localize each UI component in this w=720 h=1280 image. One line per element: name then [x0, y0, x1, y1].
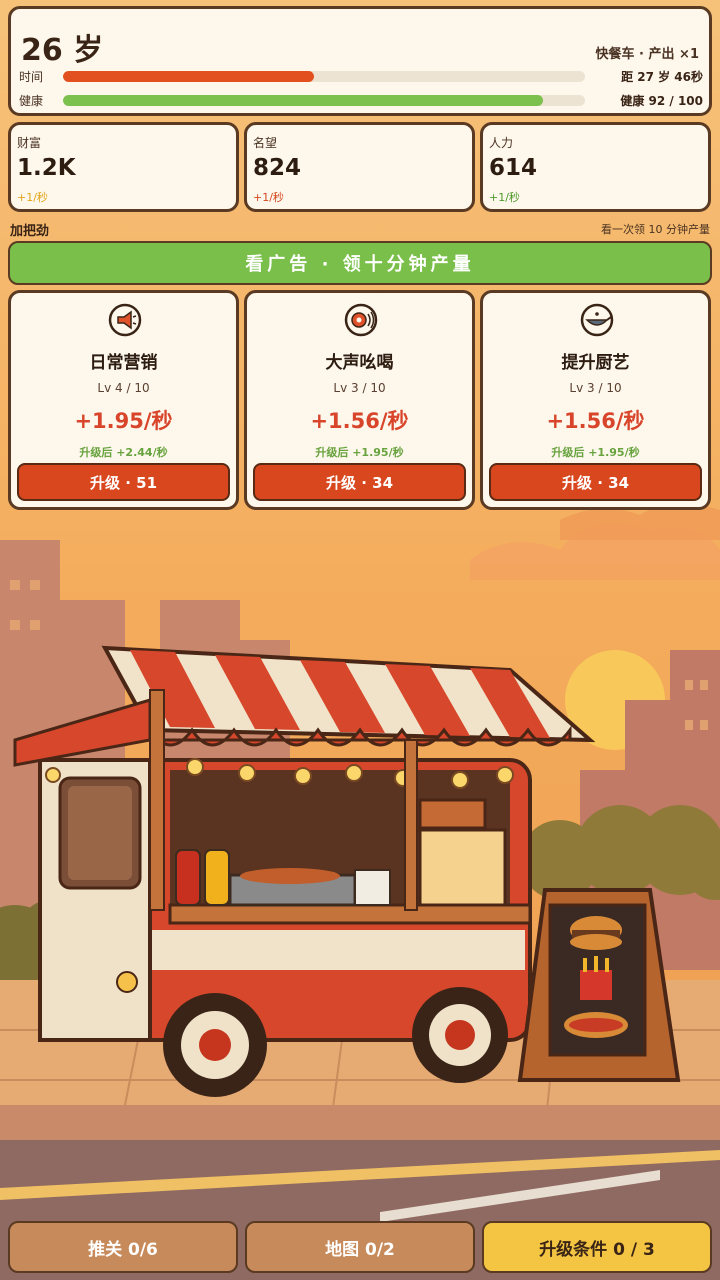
upgrade-rate: +1.95/秒 — [74, 409, 173, 433]
stat-name: 名望 — [253, 136, 278, 150]
upgrade-button[interactable]: 升级 · 34 — [253, 463, 466, 501]
health-progress-fill — [63, 95, 544, 106]
boost-title: 加把劲 — [10, 224, 50, 239]
stat-name: 人力 — [489, 136, 514, 150]
upgrade-level: Lv 3 / 10 — [569, 381, 622, 395]
time-progress-fill — [63, 71, 314, 82]
upgrade-level: Lv 4 / 10 — [97, 381, 150, 395]
upgrade-conditions-button[interactable]: 升级条件 0 / 3 — [482, 1221, 712, 1273]
map-button[interactable]: 地图 0/2 — [245, 1221, 475, 1273]
upgrade-title: 日常营销 — [89, 353, 158, 373]
shout-icon — [344, 303, 378, 337]
stat-rate: +1/秒 — [17, 191, 48, 204]
stat-value: 824 — [253, 155, 302, 181]
wok-icon — [580, 303, 614, 337]
upgrade-rate: +1.56/秒 — [310, 409, 409, 433]
stat-card-manpower: 人力 614 +1/秒 — [480, 122, 711, 212]
upgrade-card-marketing: 日常营销 Lv 4 / 10 +1.95/秒 升级后 +2.44/秒 升级 · … — [8, 290, 239, 510]
watch-ad-button[interactable]: 看广告 · 领十分钟产量 — [8, 241, 712, 285]
time-row: 时间 距 27 岁 46秒 — [19, 67, 703, 87]
stat-card-wealth: 财富 1.2K +1/秒 — [8, 122, 239, 212]
stat-name: 财富 — [17, 136, 42, 150]
megaphone-icon — [108, 303, 142, 337]
vehicle-output-label: 快餐车 · 产出 ×1 — [595, 47, 699, 62]
age-display: 26 岁 — [21, 33, 104, 68]
upgrade-title: 提升厨艺 — [561, 353, 630, 373]
upgrade-level: Lv 3 / 10 — [333, 381, 386, 395]
health-row: 健康 健康 92 / 100 — [19, 91, 703, 111]
stat-value: 614 — [489, 155, 538, 181]
stat-card-fame: 名望 824 +1/秒 — [244, 122, 475, 212]
time-progress-track — [63, 71, 585, 82]
time-label: 时间 — [19, 70, 44, 84]
levels-button[interactable]: 推关 0/6 — [8, 1221, 238, 1273]
boost-note: 看一次领 10 分钟产量 — [601, 223, 710, 236]
status-header: 26 岁 快餐车 · 产出 ×1 时间 距 27 岁 46秒 健康 健康 92 … — [8, 6, 712, 116]
health-progress-track — [63, 95, 585, 106]
upgrade-next-rate: 升级后 +2.44/秒 — [79, 446, 168, 459]
upgrade-next-rate: 升级后 +1.95/秒 — [551, 446, 640, 459]
upgrade-next-rate: 升级后 +1.95/秒 — [315, 446, 404, 459]
upgrade-button[interactable]: 升级 · 34 — [489, 463, 702, 501]
upgrade-card-cooking: 提升厨艺 Lv 3 / 10 +1.56/秒 升级后 +1.95/秒 升级 · … — [480, 290, 711, 510]
upgrade-button[interactable]: 升级 · 51 — [17, 463, 230, 501]
upgrade-title: 大声吆喝 — [325, 353, 394, 373]
stat-rate: +1/秒 — [489, 191, 520, 204]
health-label: 健康 — [19, 94, 44, 108]
stat-value: 1.2K — [17, 155, 76, 181]
stat-rate: +1/秒 — [253, 191, 284, 204]
upgrade-card-shout: 大声吆喝 Lv 3 / 10 +1.56/秒 升级后 +1.95/秒 升级 · … — [244, 290, 475, 510]
upgrade-rate: +1.56/秒 — [546, 409, 645, 433]
time-remaining: 距 27 岁 46秒 — [621, 70, 703, 84]
health-value: 健康 92 / 100 — [620, 94, 703, 108]
